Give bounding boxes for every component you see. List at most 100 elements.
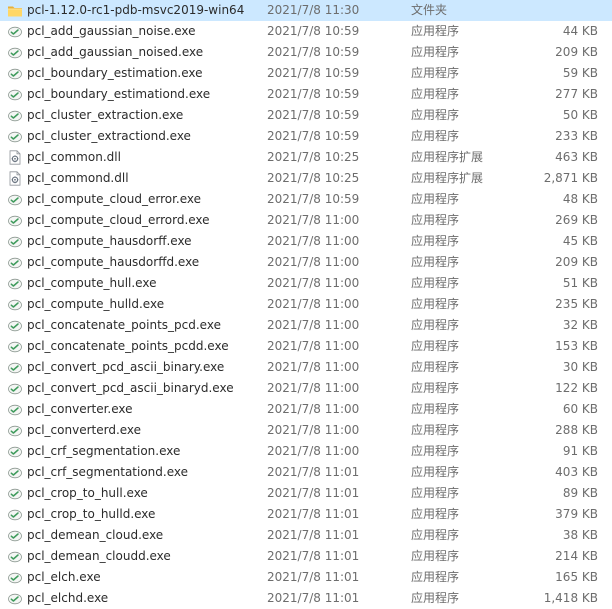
modified-date: 2021/7/8 10:59	[267, 192, 360, 206]
file-size: 89 KB	[562, 486, 598, 500]
file-type: 应用程序	[411, 360, 460, 374]
file-row[interactable]: pcl_crf_segmentation.exe 2021/7/8 11:00 应用…	[0, 441, 612, 462]
file-row[interactable]: pcl_add_gaussian_noise.exe 2021/7/8 10:59…	[0, 21, 612, 42]
dll-icon	[7, 150, 23, 165]
exe-icon	[7, 234, 23, 249]
exe-icon	[7, 255, 23, 270]
file-size: 288 KB	[555, 423, 598, 437]
file-size: 235 KB	[555, 297, 598, 311]
modified-date: 2021/7/8 10:25	[267, 171, 360, 185]
file-row[interactable]: pcl_compute_cloud_error.exe 2021/7/8 10:5…	[0, 189, 612, 210]
modified-date: 2021/7/8 10:59	[267, 87, 360, 101]
file-row[interactable]: pcl_concatenate_points_pcdd.exe 2021/7/8 …	[0, 336, 612, 357]
exe-icon	[7, 423, 23, 438]
file-row[interactable]: pcl_elch.exe 2021/7/8 11:01 应用程序 165 KB	[0, 567, 612, 588]
file-name: pcl_demean_cloud.exe	[27, 528, 164, 542]
file-row[interactable]: pcl_demean_cloud.exe 2021/7/8 11:01 应用程序 38…	[0, 525, 612, 546]
file-name: pcl_compute_hausdorffd.exe	[27, 255, 200, 269]
file-size: 50 KB	[562, 108, 598, 122]
file-row[interactable]: pcl_crop_to_hull.exe 2021/7/8 11:01 应用程序 89…	[0, 483, 612, 504]
exe-icon	[7, 339, 23, 354]
modified-date: 2021/7/8 11:01	[267, 486, 360, 500]
file-size: 38 KB	[562, 528, 598, 542]
file-type: 应用程序扩展	[411, 171, 484, 185]
exe-icon	[7, 465, 23, 480]
modified-date: 2021/7/8 11:00	[267, 318, 360, 332]
file-name: pcl_commond.dll	[27, 171, 129, 185]
file-type: 应用程序	[411, 87, 460, 101]
modified-date: 2021/7/8 11:00	[267, 423, 360, 437]
modified-date: 2021/7/8 10:59	[267, 24, 360, 38]
file-list: pcl-1.12.0-rc1-pdb-msvc2019-win64 2021/7/…	[0, 0, 612, 608]
file-name: pcl_add_gaussian_noise.exe	[27, 24, 196, 38]
modified-date: 2021/7/8 11:00	[267, 402, 360, 416]
exe-icon	[7, 549, 23, 564]
file-type: 应用程序	[411, 24, 460, 38]
file-row[interactable]: pcl_boundary_estimationd.exe 2021/7/8 10:…	[0, 84, 612, 105]
exe-icon	[7, 66, 23, 81]
exe-icon	[7, 486, 23, 501]
file-row[interactable]: pcl_elchd.exe 2021/7/8 11:01 应用程序 1,418 KB	[0, 588, 612, 609]
file-size: 32 KB	[562, 318, 598, 332]
file-name: pcl_crf_segmentation.exe	[27, 444, 181, 458]
file-size: 209 KB	[555, 255, 598, 269]
exe-icon	[7, 45, 23, 60]
exe-icon	[7, 129, 23, 144]
file-name: pcl_crop_to_hulld.exe	[27, 507, 156, 521]
modified-date: 2021/7/8 11:00	[267, 444, 360, 458]
file-name: pcl_compute_cloud_error.exe	[27, 192, 202, 206]
file-row[interactable]: pcl_boundary_estimation.exe 2021/7/8 10:5…	[0, 63, 612, 84]
modified-date: 2021/7/8 11:00	[267, 360, 360, 374]
file-row[interactable]: pcl_compute_hull.exe 2021/7/8 11:00 应用程序 51…	[0, 273, 612, 294]
modified-date: 2021/7/8 11:01	[267, 507, 360, 521]
file-row[interactable]: pcl_converterd.exe 2021/7/8 11:00 应用程序 288 …	[0, 420, 612, 441]
file-type: 应用程序	[411, 108, 460, 122]
file-type: 应用程序	[411, 192, 460, 206]
modified-date: 2021/7/8 10:25	[267, 150, 360, 164]
file-row[interactable]: pcl_add_gaussian_noised.exe 2021/7/8 10:5…	[0, 42, 612, 63]
file-row[interactable]: pcl_compute_hulld.exe 2021/7/8 11:00 应用程序 2…	[0, 294, 612, 315]
exe-icon	[7, 591, 23, 606]
file-size: 122 KB	[555, 381, 598, 395]
modified-date: 2021/7/8 10:59	[267, 129, 360, 143]
file-row[interactable]: pcl_compute_hausdorffd.exe 2021/7/8 11:00…	[0, 252, 612, 273]
file-row[interactable]: pcl_crop_to_hulld.exe 2021/7/8 11:01 应用程序 3…	[0, 504, 612, 525]
file-row[interactable]: pcl_common.dll 2021/7/8 10:25 应用程序扩展 463 KB	[0, 147, 612, 168]
file-row[interactable]: pcl_commond.dll 2021/7/8 10:25 应用程序扩展 2,871…	[0, 168, 612, 189]
file-row[interactable]: pcl_compute_cloud_errord.exe 2021/7/8 11:…	[0, 210, 612, 231]
file-name: pcl_boundary_estimation.exe	[27, 66, 203, 80]
file-name: pcl_compute_hulld.exe	[27, 297, 165, 311]
file-row[interactable]: pcl_demean_cloudd.exe 2021/7/8 11:01 应用程序 2…	[0, 546, 612, 567]
file-name: pcl_demean_cloudd.exe	[27, 549, 171, 563]
modified-date: 2021/7/8 11:01	[267, 570, 360, 584]
file-size: 463 KB	[555, 150, 598, 164]
exe-icon	[7, 444, 23, 459]
file-type: 应用程序	[411, 129, 460, 143]
file-row[interactable]: pcl_crf_segmentationd.exe 2021/7/8 11:01 应…	[0, 462, 612, 483]
file-row[interactable]: pcl_compute_hausdorff.exe 2021/7/8 11:00 应…	[0, 231, 612, 252]
file-row[interactable]: pcl_concatenate_points_pcd.exe 2021/7/8 1…	[0, 315, 612, 336]
file-name: pcl_convert_pcd_ascii_binary.exe	[27, 360, 225, 374]
file-row[interactable]: pcl_convert_pcd_ascii_binaryd.exe 2021/7/…	[0, 378, 612, 399]
exe-icon	[7, 108, 23, 123]
file-size: 91 KB	[562, 444, 598, 458]
file-name: pcl_converter.exe	[27, 402, 133, 416]
folder-row[interactable]: pcl-1.12.0-rc1-pdb-msvc2019-win64 2021/7/…	[0, 0, 612, 21]
exe-icon	[7, 24, 23, 39]
folder-icon	[7, 3, 23, 18]
file-type: 应用程序	[411, 276, 460, 290]
file-type: 应用程序	[411, 486, 460, 500]
file-name: pcl_converterd.exe	[27, 423, 142, 437]
file-row[interactable]: pcl_converter.exe 2021/7/8 11:00 应用程序 60 KB	[0, 399, 612, 420]
file-type: 应用程序	[411, 45, 460, 59]
modified-date: 2021/7/8 11:00	[267, 255, 360, 269]
file-name: pcl_compute_hull.exe	[27, 276, 157, 290]
file-size: 30 KB	[562, 360, 598, 374]
file-row[interactable]: pcl_cluster_extraction.exe 2021/7/8 10:59…	[0, 105, 612, 126]
file-name: pcl_crf_segmentationd.exe	[27, 465, 188, 479]
file-type: 应用程序	[411, 402, 460, 416]
modified-date: 2021/7/8 10:59	[267, 45, 360, 59]
exe-icon	[7, 528, 23, 543]
file-row[interactable]: pcl_convert_pcd_ascii_binary.exe 2021/7/8…	[0, 357, 612, 378]
file-row[interactable]: pcl_cluster_extractiond.exe 2021/7/8 10:5…	[0, 126, 612, 147]
